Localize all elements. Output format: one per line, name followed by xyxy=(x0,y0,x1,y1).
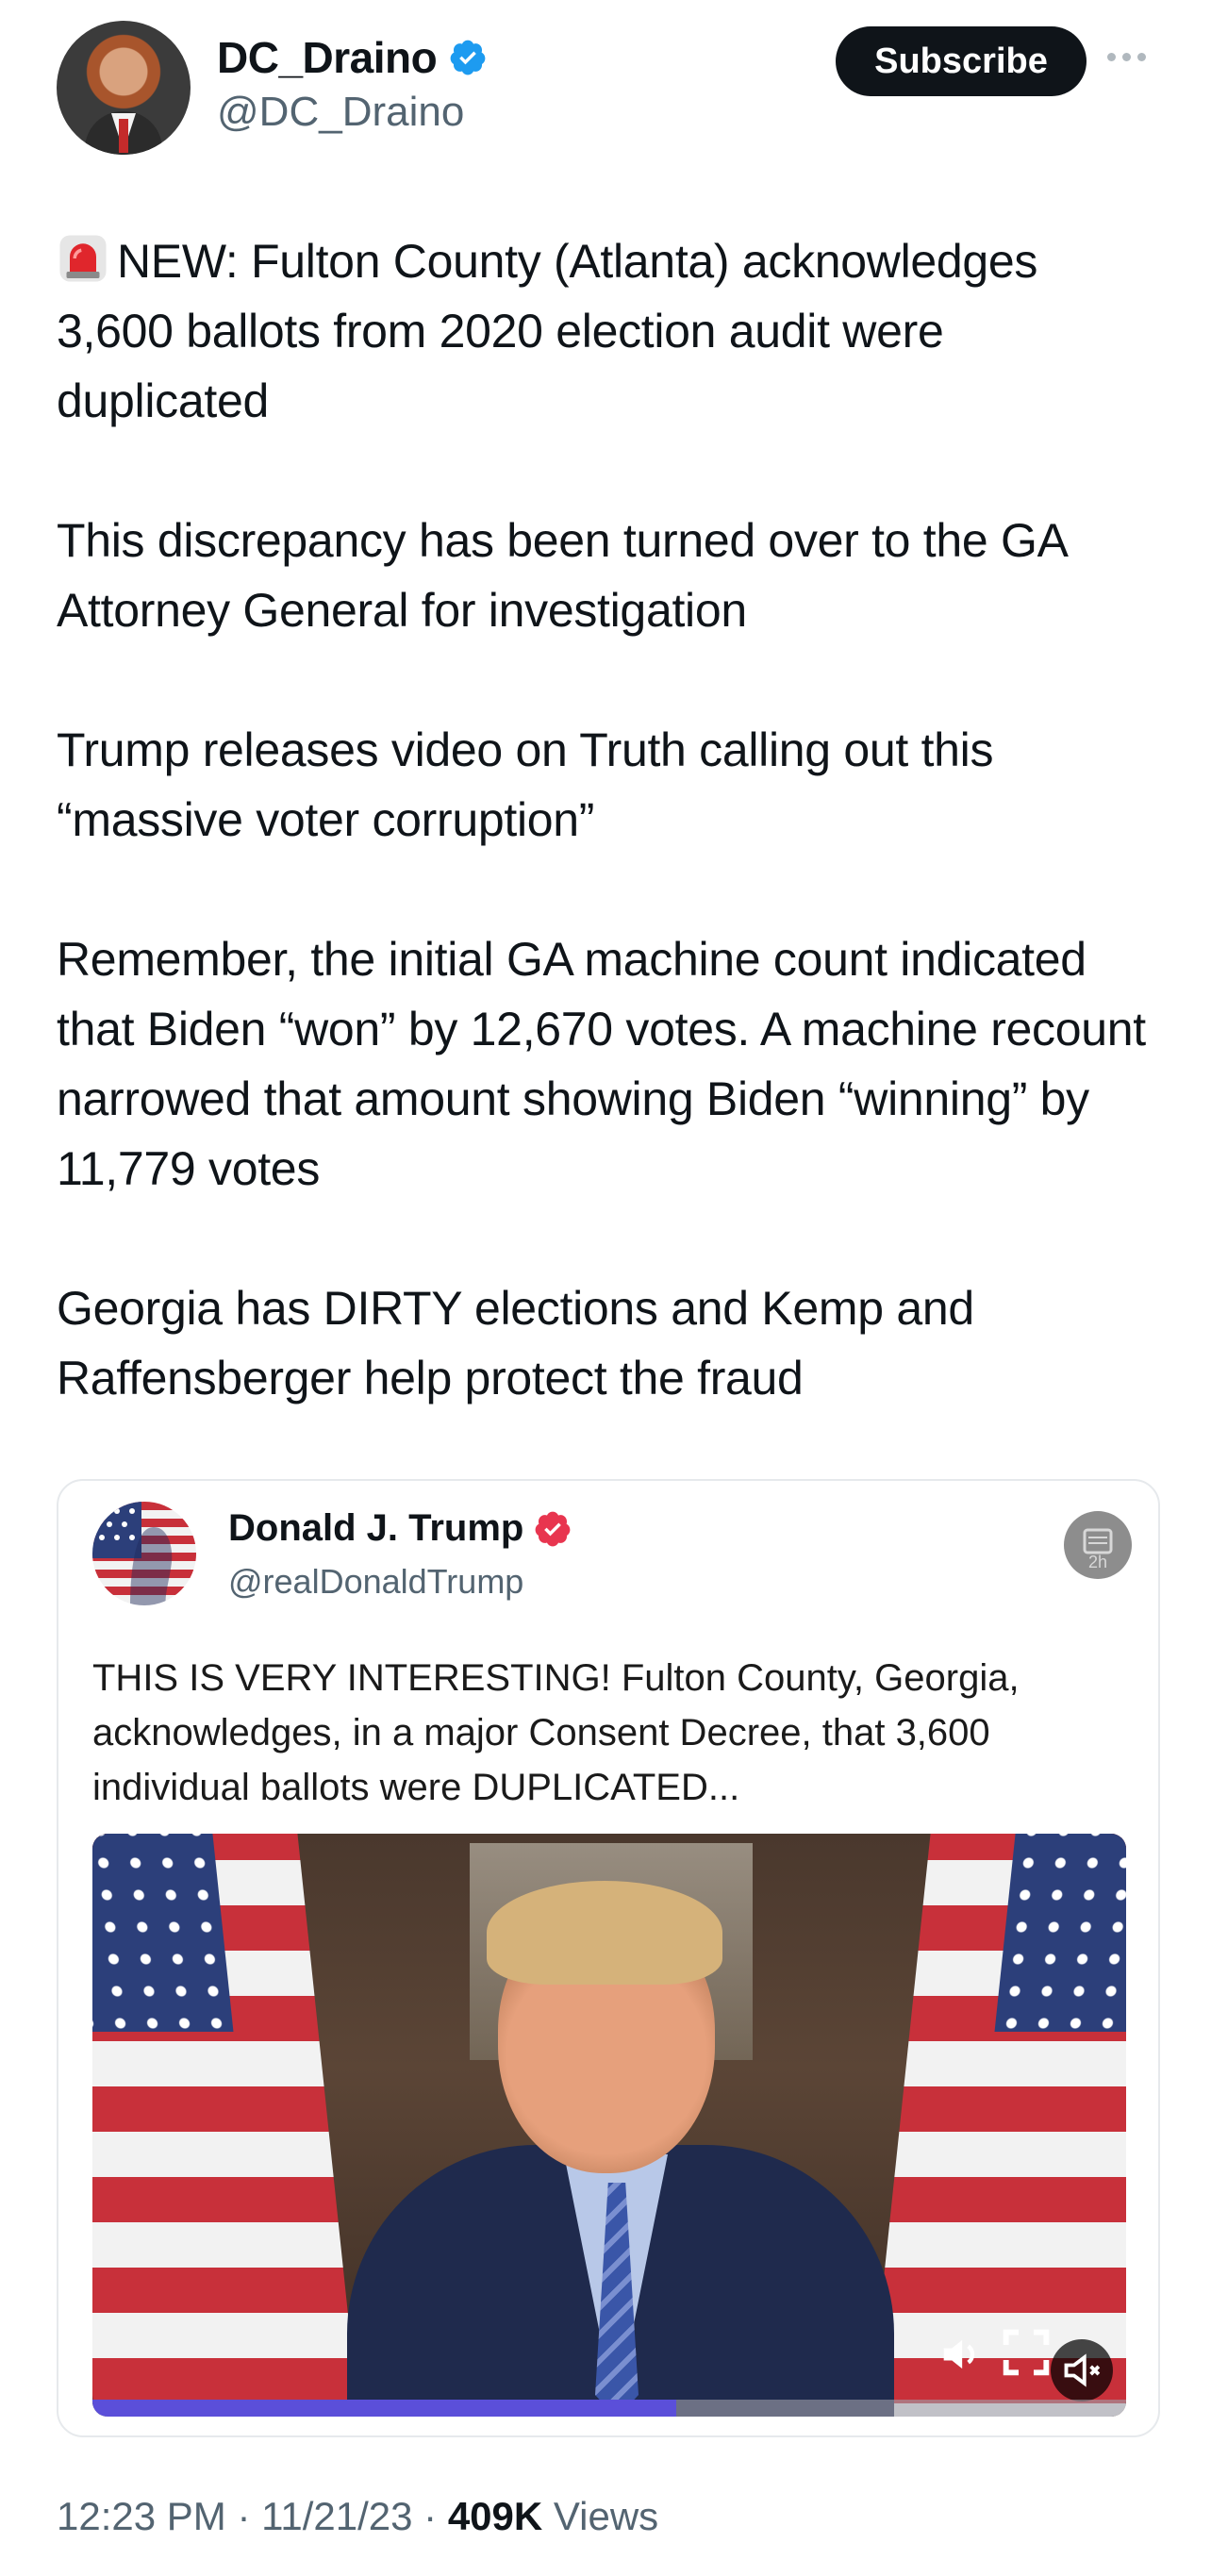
tweet-meta: 12:23 PM · 11/21/23 · 409K Views xyxy=(57,2494,658,2539)
meta-separator: · xyxy=(225,2494,262,2538)
video-progress-fill xyxy=(92,2400,677,2417)
tweet-paragraph: NEW: Fulton County (Atlanta) acknowledge… xyxy=(57,226,1160,436)
tweet-paragraph-text: NEW: Fulton County (Atlanta) acknowledge… xyxy=(57,235,1038,427)
quoted-author-name-row[interactable]: Donald J. Trump xyxy=(228,1507,572,1550)
views-count: 409K xyxy=(447,2494,543,2538)
more-dot xyxy=(1107,52,1116,61)
tweet-paragraph: Georgia has DIRTY elections and Kemp and… xyxy=(57,1282,974,1404)
tweet-header: DC_Draino @DC_Draino Subscribe xyxy=(57,21,1160,162)
quoted-author-handle[interactable]: @realDonaldTrump xyxy=(228,1562,523,1602)
author-name-row[interactable]: DC_Draino xyxy=(217,32,488,83)
video-player[interactable] xyxy=(92,1834,1126,2417)
fullscreen-icon[interactable] xyxy=(996,2322,1056,2383)
post-date[interactable]: 11/21/23 xyxy=(261,2494,412,2538)
verified-badge-icon xyxy=(450,40,486,75)
quoted-post-card[interactable]: Donald J. Trump @realDonaldTrump 2h THIS… xyxy=(57,1479,1160,2437)
quoted-post-text: THIS IS VERY INTERESTING! Fulton County,… xyxy=(92,1657,1020,1808)
views-label: Views xyxy=(553,2494,659,2538)
verified-badge-icon xyxy=(535,1511,571,1546)
tweet-body: NEW: Fulton County (Atlanta) acknowledge… xyxy=(57,226,1160,1413)
quoted-author-avatar[interactable] xyxy=(92,1502,196,1605)
post-age-label: 2h xyxy=(1088,1553,1107,1571)
flag-portrait-icon xyxy=(92,1502,196,1605)
tweet-paragraph: Remember, the initial GA machine count i… xyxy=(57,933,1146,1195)
muted-speaker-icon xyxy=(1064,2353,1101,2387)
siren-emoji-icon xyxy=(59,235,107,282)
tweet-paragraph: This discrepancy has been turned over to… xyxy=(57,514,1066,637)
more-dot xyxy=(1137,52,1146,61)
speaker-hair xyxy=(487,1881,722,1985)
author-avatar[interactable] xyxy=(57,21,191,155)
subscribe-button[interactable]: Subscribe xyxy=(836,26,1087,96)
flag-canton xyxy=(994,1834,1126,2032)
mute-button[interactable] xyxy=(1051,2339,1113,2401)
more-dots-icon[interactable] xyxy=(1107,45,1160,68)
more-dot xyxy=(1122,52,1131,61)
volume-icon[interactable] xyxy=(936,2330,985,2379)
author-display-name[interactable]: DC_Draino xyxy=(217,32,438,83)
meta-separator: · xyxy=(412,2494,448,2538)
quoted-author-name[interactable]: Donald J. Trump xyxy=(228,1507,523,1550)
tweet-paragraph: Trump releases video on Truth calling ou… xyxy=(57,723,994,846)
author-handle[interactable]: @DC_Draino xyxy=(217,89,464,136)
avatar-tie xyxy=(119,119,128,153)
post-time[interactable]: 12:23 PM xyxy=(57,2494,226,2538)
clock-icon: 2h xyxy=(1083,1528,1113,1571)
flag-canton xyxy=(92,1834,234,2032)
post-age-icon: 2h xyxy=(1064,1511,1132,1579)
